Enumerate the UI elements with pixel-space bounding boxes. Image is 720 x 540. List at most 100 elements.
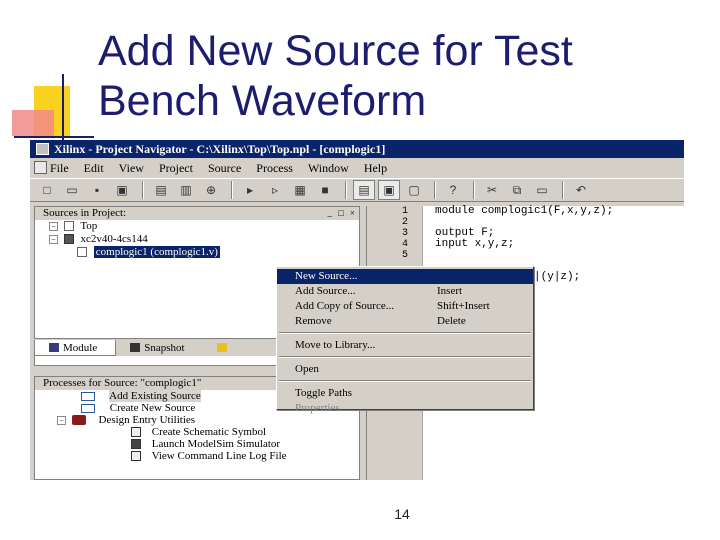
sources-header-label: Sources in Project: bbox=[43, 207, 127, 219]
window-title: Xilinx - Project Navigator - C:\Xilinx\T… bbox=[54, 142, 386, 156]
window-titlebar: Xilinx - Project Navigator - C:\Xilinx\T… bbox=[30, 140, 684, 158]
tab-module[interactable]: Module bbox=[34, 339, 117, 356]
menu-shortcut: Delete bbox=[437, 315, 466, 327]
verilog-file-icon bbox=[77, 247, 87, 258]
app-icon bbox=[36, 143, 49, 155]
process-label: Add Existing Source bbox=[109, 390, 201, 402]
tree-item-complogic1[interactable]: complogic1 (complogic1.v) bbox=[35, 246, 359, 259]
collapse-toggle-icon[interactable]: − bbox=[57, 415, 66, 425]
menu-process[interactable]: Process bbox=[256, 161, 293, 176]
menu-source[interactable]: Source bbox=[208, 161, 241, 176]
menu-shortcut: Insert bbox=[437, 285, 463, 297]
toolbar-separator bbox=[142, 181, 144, 199]
menu-label: Add Copy of Source... bbox=[295, 300, 394, 312]
add-source-icon[interactable]: ▥ bbox=[175, 180, 197, 200]
toolbar-separator bbox=[231, 181, 233, 199]
new-file-icon[interactable]: □ bbox=[36, 180, 58, 200]
process-create-schematic-symbol[interactable]: Create Schematic Symbol bbox=[35, 426, 359, 438]
tree-item-label: Top bbox=[80, 220, 98, 232]
toolbar-separator bbox=[562, 181, 564, 199]
menu-label: Move to Library... bbox=[295, 339, 376, 351]
stop-icon[interactable]: ■ bbox=[314, 180, 336, 200]
menu-remove[interactable]: Remove Delete bbox=[277, 314, 533, 329]
menu-properties[interactable]: Properties... bbox=[277, 401, 533, 416]
menu-shortcut: Shift+Insert bbox=[437, 300, 490, 312]
menu-label: Add Source... bbox=[295, 285, 356, 297]
toolbar-separator bbox=[473, 181, 475, 199]
menubar: File Edit View Project Source Process Wi… bbox=[30, 158, 684, 178]
menu-window[interactable]: Window bbox=[308, 161, 349, 176]
run-icon[interactable]: ▸ bbox=[239, 180, 261, 200]
collapse-toggle-icon[interactable]: − bbox=[49, 221, 58, 231]
menu-add-copy-of-source[interactable]: Add Copy of Source... Shift+Insert bbox=[277, 299, 533, 314]
save-all-icon[interactable]: ▣ bbox=[111, 180, 133, 200]
menu-move-to-library[interactable]: Move to Library... bbox=[277, 338, 533, 353]
menu-separator bbox=[279, 380, 531, 382]
sources-view-icon[interactable]: ▤ bbox=[353, 180, 375, 200]
log-file-icon bbox=[131, 451, 141, 462]
tab-snapshot[interactable]: Snapshot bbox=[116, 340, 202, 356]
menu-view[interactable]: View bbox=[119, 161, 144, 176]
process-label: Launch ModelSim Simulator bbox=[151, 438, 281, 450]
tree-item-label: xc2v40-4cs144 bbox=[80, 233, 148, 245]
tree-item-label-selected: complogic1 (complogic1.v) bbox=[93, 246, 220, 258]
snapshot-icon bbox=[130, 343, 141, 353]
symbol-icon bbox=[131, 427, 141, 438]
menu-file[interactable]: File bbox=[50, 161, 69, 176]
tab-label: Snapshot bbox=[144, 341, 185, 354]
line-number: 3 bbox=[401, 228, 408, 239]
modelsim-icon bbox=[131, 439, 141, 450]
menu-new-source[interactable]: New Source... bbox=[277, 269, 533, 284]
project-icon bbox=[63, 221, 74, 232]
open-folder-icon[interactable]: ▭ bbox=[61, 180, 83, 200]
line-number: 5 bbox=[401, 250, 408, 261]
decor-red-block bbox=[12, 110, 54, 136]
menu-separator bbox=[279, 356, 531, 358]
utilities-icon bbox=[71, 415, 86, 426]
slide-title: Add New Source for Test Bench Waveform bbox=[98, 27, 573, 125]
process-view-command-log[interactable]: View Command Line Log File bbox=[35, 450, 359, 462]
library-icon bbox=[216, 343, 227, 353]
menu-open[interactable]: Open bbox=[277, 362, 533, 377]
properties-icon[interactable]: ▤ bbox=[150, 180, 172, 200]
zoom-icon[interactable]: ⊕ bbox=[200, 180, 222, 200]
menu-toggle-paths[interactable]: Toggle Paths bbox=[277, 386, 533, 401]
paste-icon[interactable]: ▭ bbox=[531, 180, 553, 200]
panel-window-controls[interactable]: _ □ × bbox=[327, 207, 357, 220]
menu-label: Open bbox=[295, 363, 319, 375]
process-view-icon[interactable]: ▣ bbox=[378, 180, 400, 200]
menu-separator bbox=[279, 332, 531, 334]
step-icon[interactable]: ▹ bbox=[264, 180, 286, 200]
tree-item-top[interactable]: − Top bbox=[35, 220, 359, 233]
sources-panel-header: Sources in Project: _ □ × bbox=[35, 207, 359, 220]
process-icon[interactable]: ▦ bbox=[289, 180, 311, 200]
cut-icon[interactable]: ✂ bbox=[481, 180, 503, 200]
code-line: input x,y,z; bbox=[435, 238, 515, 250]
document-icon bbox=[34, 161, 47, 174]
menu-add-source[interactable]: Add Source... Insert bbox=[277, 284, 533, 299]
tree-item-device[interactable]: − xc2v40-4cs144 bbox=[35, 233, 359, 246]
toolbar-separator bbox=[345, 181, 347, 199]
undo-icon[interactable]: ↶ bbox=[570, 180, 592, 200]
line-number: 4 bbox=[401, 239, 408, 250]
line-number: 1 bbox=[401, 206, 408, 217]
tab-label: Module bbox=[63, 341, 98, 354]
menu-project[interactable]: Project bbox=[159, 161, 193, 176]
help-icon[interactable]: ? bbox=[442, 180, 464, 200]
process-icon bbox=[81, 391, 95, 401]
console-view-icon[interactable]: ▢ bbox=[403, 180, 425, 200]
code-line: module complogic1(F,x,y,z); bbox=[435, 205, 614, 217]
menu-edit[interactable]: Edit bbox=[84, 161, 104, 176]
main-toolbar: □ ▭ ▪ ▣ ▤ ▥ ⊕ ▸ ▹ ▦ ■ ▤ ▣ ▢ ? ✂ ⧉ ▭ ↶ bbox=[30, 178, 684, 202]
save-icon[interactable]: ▪ bbox=[86, 180, 108, 200]
source-context-menu: New Source... Add Source... Insert Add C… bbox=[276, 266, 534, 414]
slide-page-number: 14 bbox=[394, 506, 410, 522]
menu-help[interactable]: Help bbox=[364, 161, 387, 176]
process-label: View Command Line Log File bbox=[151, 450, 287, 462]
tab-library[interactable] bbox=[203, 340, 249, 356]
process-launch-modelsim[interactable]: Launch ModelSim Simulator bbox=[35, 438, 359, 450]
copy-icon[interactable]: ⧉ bbox=[506, 180, 528, 200]
collapse-toggle-icon[interactable]: − bbox=[49, 234, 58, 244]
process-label: Design Entry Utilities bbox=[98, 414, 196, 426]
